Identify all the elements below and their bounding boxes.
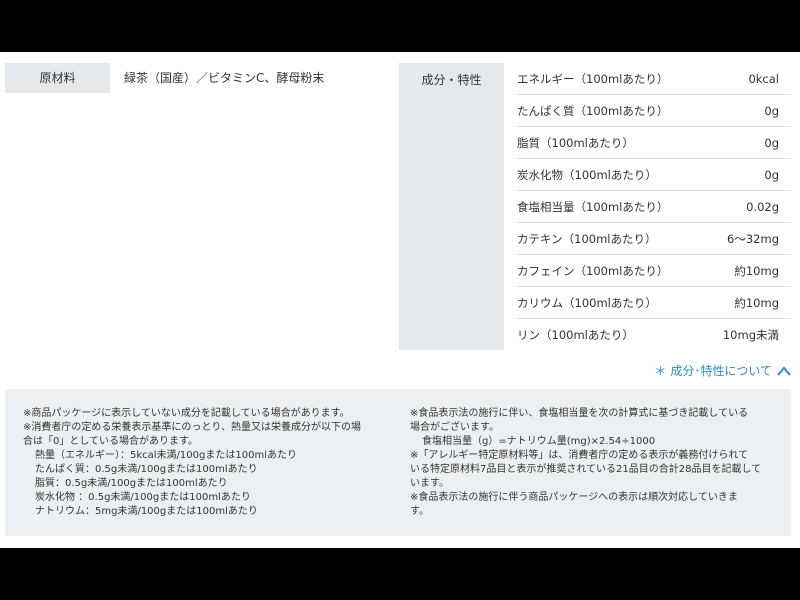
note-line: 脂質：0.5g未満/100gまたは100mlあたり bbox=[35, 478, 228, 489]
nutrition-row-potassium: カリウム（100mlあたり） 約10mg bbox=[517, 287, 791, 319]
nutrition-value: 10mg未満 bbox=[722, 328, 779, 342]
note-line: たんぱく質：0.5g未満/100gまたは100mlあたり bbox=[35, 464, 258, 475]
note-line: 合は「0」としている場合があります。 bbox=[23, 436, 199, 447]
note-line: ※食品表示法の施行に伴う商品パッケージへの表示は順次対応していきま bbox=[410, 492, 738, 503]
note-line: ※食品表示法の施行に伴い、食塩相当量を次の計算式に基づき記載している bbox=[410, 408, 749, 419]
notes-left-column: ※商品パッケージに表示していない成分を記載している場合があります。 ※消費者庁の… bbox=[23, 407, 388, 519]
components-info-toggle[interactable]: ＊ 成分･特性について bbox=[654, 362, 792, 379]
note-line: す。 bbox=[410, 506, 429, 517]
nutrition-name: カリウム（100mlあたり） bbox=[517, 295, 657, 310]
asterisk-mark: ＊ bbox=[654, 364, 667, 378]
components-label: 成分・特性 bbox=[399, 63, 504, 350]
nutrition-row-protein: たんぱく質（100mlあたり） 0g bbox=[517, 95, 791, 127]
nutrition-value: 0g bbox=[764, 103, 779, 118]
nutrition-row-energy: エネルギー（100mlあたり） 0kcal bbox=[517, 63, 791, 95]
notes-box: ※商品パッケージに表示していない成分を記載している場合があります。 ※消費者庁の… bbox=[5, 389, 791, 536]
nutrition-value: 0.02g bbox=[746, 199, 779, 214]
note-line: 熱量（エネルギー）：5kcal未満/100gまたは100mlあたり bbox=[35, 450, 297, 461]
nutrition-name: リン（100mlあたり） bbox=[517, 328, 634, 342]
note-line: ナトリウム：5mg未満/100gまたは100mlあたり bbox=[35, 506, 258, 517]
nutrition-value: 0g bbox=[764, 167, 779, 182]
raw-materials-value: 緑茶（国産）／ビタミンC、酵母粉末 bbox=[124, 71, 325, 85]
note-line: ※消費者庁の定める栄養表示基準にのっとり、熱量又は栄養成分が以下の場 bbox=[23, 422, 361, 433]
note-line: ※「アレルギー特定原材料等」は、消費者庁の定める表示が義務付けられて bbox=[410, 450, 749, 461]
note-line: 食塩相当量（g）=ナトリウム量(mg)×2.54÷1000 bbox=[422, 436, 656, 447]
nutrition-value: 6〜32mg bbox=[727, 231, 779, 246]
nutrition-name: 脂質（100mlあたり） bbox=[517, 135, 634, 150]
note-line: 炭水化物 ：0.5g未満/100gまたは100mlあたり bbox=[35, 492, 251, 503]
note-line: いる特定原材料7品目と表示が推奨されている21品目の合計28品目を記載して bbox=[410, 464, 762, 475]
components-info-toggle-label: 成分･特性について bbox=[670, 364, 772, 378]
nutrition-name: カフェイン（100mlあたり） bbox=[517, 263, 669, 278]
nutrition-name: たんぱく質（100mlあたり） bbox=[517, 103, 669, 118]
nutrition-value: 0kcal bbox=[748, 71, 779, 86]
nutrition-name: エネルギー（100mlあたり） bbox=[517, 71, 669, 86]
chevron-up-icon bbox=[776, 365, 792, 377]
nutrition-row-carbohydrate: 炭水化物（100mlあたり） 0g bbox=[517, 159, 791, 191]
raw-materials-label: 原材料 bbox=[5, 63, 110, 93]
nutrition-row-catechin: カテキン（100mlあたり） 6〜32mg bbox=[517, 223, 791, 255]
nutrition-name: 炭水化物（100mlあたり） bbox=[517, 167, 657, 182]
nutrition-row-phosphorus: リン（100mlあたり） 10mg未満 bbox=[517, 319, 791, 351]
nutrition-value: 約10mg bbox=[734, 295, 779, 310]
note-line: ※商品パッケージに表示していない成分を記載している場合があります。 bbox=[23, 408, 350, 419]
nutrition-row-salt: 食塩相当量（100mlあたり） 0.02g bbox=[517, 191, 791, 223]
nutrition-name: カテキン（100mlあたり） bbox=[517, 231, 657, 246]
note-line: います。 bbox=[410, 478, 449, 489]
notes-right-column: ※食品表示法の施行に伴い、食塩相当量を次の計算式に基づき記載している 場合がござ… bbox=[410, 407, 780, 519]
nutrition-value: 0g bbox=[764, 135, 779, 150]
nutrition-row-fat: 脂質（100mlあたり） 0g bbox=[517, 127, 791, 159]
note-line: 場合がございます。 bbox=[410, 422, 499, 433]
nutrition-value: 約10mg bbox=[734, 263, 779, 278]
nutrition-row-caffeine: カフェイン（100mlあたり） 約10mg bbox=[517, 255, 791, 287]
nutrition-table: エネルギー（100mlあたり） 0kcal たんぱく質（100mlあたり） 0g… bbox=[517, 63, 791, 351]
nutrition-name: 食塩相当量（100mlあたり） bbox=[517, 199, 669, 214]
